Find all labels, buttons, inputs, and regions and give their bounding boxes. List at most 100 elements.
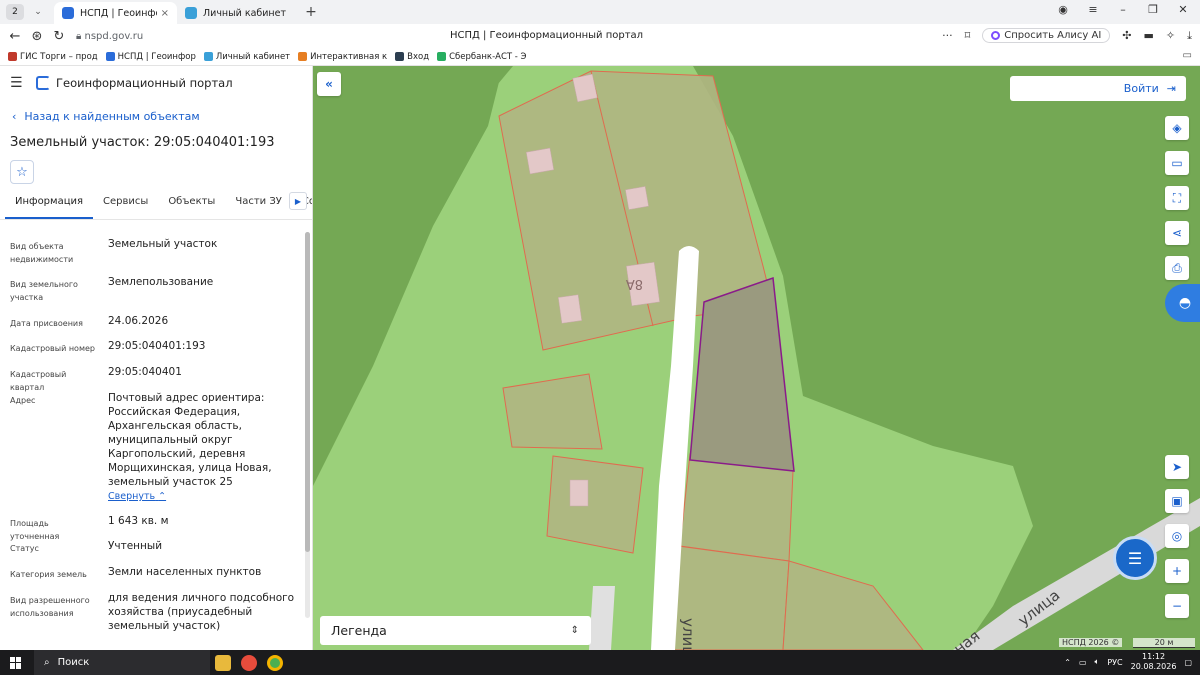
tab-objects[interactable]: Объекты [158, 196, 225, 219]
bookmark-label: Вход [407, 51, 430, 62]
panel-scrollbar[interactable] [305, 232, 310, 618]
back-arrow-icon[interactable]: ← [4, 29, 26, 44]
bookmark-gis-torgi[interactable]: ГИС Торги – прод [8, 52, 98, 62]
ask-alice-button[interactable]: Спросить Алису AI [982, 28, 1111, 43]
close-tab-icon[interactable]: × [161, 8, 169, 19]
yandex-browser-icon [241, 654, 257, 671]
bookmark-interactive-map[interactable]: Интерактивная к [298, 52, 387, 62]
layers-button[interactable]: ◈ [1165, 116, 1189, 140]
windows-start-icon[interactable] [10, 656, 22, 669]
layers-icon: ◈ [1172, 121, 1182, 135]
ruler-button[interactable]: ▭ [1165, 151, 1189, 175]
bookmark-nspd[interactable]: НСПД | Геоинфор [105, 52, 196, 62]
taskbar-yandex-browser[interactable] [236, 650, 262, 675]
building [625, 186, 649, 210]
url-field[interactable]: 🔒︎ nspd.gov.ru [76, 31, 376, 42]
legend-dropdown[interactable]: Легенда ⇕ [320, 616, 591, 645]
extension-icon[interactable]: ✣ [1122, 29, 1131, 42]
tab-parts[interactable]: Части ЗУ [225, 196, 292, 219]
bookmark-label: Интерактивная к [310, 51, 388, 62]
select-area-icon: ⛶ [1172, 190, 1182, 205]
login-button[interactable]: Войти ⇥ [1010, 76, 1186, 101]
puzzle-icon[interactable]: ✧ [1166, 29, 1175, 42]
tab-personal-account[interactable]: Личный кабинет [177, 2, 301, 24]
clock[interactable]: 11:12 20.08.2026 [1131, 652, 1177, 672]
address-bar-actions: ··· ⌑ Спросить Алису AI ✣ ▬ ✧ ⤓ [942, 28, 1192, 43]
map-view[interactable]: 8А улица улица ная « Войти ⇥ ◈ ▭ ⛶ ⋖ ⎙ ◓… [313, 66, 1200, 650]
close-window-icon[interactable]: ✕ [1176, 3, 1190, 16]
restore-icon[interactable]: ❐ [1146, 3, 1160, 16]
row-value: Земельный участок [108, 238, 218, 250]
tab-counter[interactable]: 2 [6, 4, 24, 20]
login-label: Войти [1123, 82, 1159, 95]
reload-icon[interactable]: ↻ [48, 29, 70, 44]
road-left-stub [589, 586, 615, 650]
tab-list-chevron-icon[interactable]: ⌄ [30, 7, 46, 17]
new-tab-plus-icon[interactable]: + [303, 4, 319, 20]
minimap-button[interactable]: ▣ [1165, 489, 1189, 513]
volume-icon[interactable]: 🔈︎ [1095, 657, 1100, 667]
taskbar-file-explorer[interactable] [210, 650, 236, 675]
bookmark-label: Личный кабинет [215, 51, 291, 62]
star-icon: ☆ [16, 164, 28, 180]
row-value-address: Почтовый адрес ориентира: Российская Фед… [108, 391, 298, 504]
more-dots-icon[interactable]: ··· [942, 29, 953, 42]
taskbar-search[interactable]: ⌕ Поиск [34, 650, 210, 675]
menu-icon[interactable]: ≡ [1086, 3, 1100, 16]
bookmarks-folder-icon[interactable]: ▭ [1183, 50, 1192, 61]
row-label: Кадастровый квартал [10, 370, 67, 392]
chat-button[interactable]: ☰ [1113, 536, 1157, 580]
row-label: Адрес [10, 396, 36, 405]
tab-nspd[interactable]: НСПД | Геоинформаци × [54, 2, 177, 24]
profile-icon[interactable]: ◉ [1056, 3, 1070, 16]
collapse-panel-button[interactable]: « [317, 72, 341, 96]
system-tray: ⌃ ▭ 🔈︎ РУС 11:12 20.08.2026 ▢ [1064, 652, 1192, 672]
zoom-out-button[interactable]: − [1165, 594, 1189, 618]
scrollbar-thumb[interactable] [305, 232, 310, 552]
tray-chevron-up-icon[interactable]: ⌃ [1064, 658, 1071, 667]
collapse-link[interactable]: Свернуть ⌃ [108, 490, 298, 504]
map-attribution: НСПД 2026 © [1059, 638, 1123, 647]
zoom-in-button[interactable]: + [1165, 559, 1189, 583]
select-area-button[interactable]: ⛶ [1165, 186, 1189, 210]
tab-services[interactable]: Сервисы [93, 196, 158, 219]
row-label: Дата присвоения [10, 319, 83, 328]
legend-label: Легенда [331, 623, 387, 638]
download-icon[interactable]: ⤓ [1187, 29, 1192, 43]
share-button[interactable]: ⋖ [1165, 221, 1189, 245]
alice-label: Спросить Алису AI [1004, 30, 1102, 41]
geolocation-button[interactable]: ◎ [1165, 524, 1189, 548]
bookmark-sberbank-ast[interactable]: Сбербанк-АСТ - Э [437, 52, 526, 62]
login-arrow-icon: ⇥ [1166, 82, 1176, 95]
tabs-next-arrow-icon[interactable]: ▶ [289, 192, 307, 210]
search-label: Поиск [57, 657, 90, 668]
chat-icon: ☰ [1127, 548, 1143, 568]
minimize-icon[interactable]: – [1116, 3, 1130, 16]
row-label: Вид земельного участка [10, 280, 78, 302]
taskbar-chrome[interactable] [262, 650, 288, 675]
printer-icon: ⎙ [1172, 260, 1182, 275]
info-side-tab[interactable]: ◓ [1165, 284, 1200, 322]
bookmark-login[interactable]: Вход [395, 52, 429, 62]
back-to-results-link[interactable]: ‹ Назад к найденным объектам [12, 110, 312, 123]
back-link-label: Назад к найденным объектам [24, 110, 200, 123]
bookmark-icon[interactable]: ⌑ [965, 29, 971, 42]
locate-button[interactable]: ➤ [1165, 455, 1189, 479]
language-indicator[interactable]: РУС [1107, 658, 1122, 667]
network-icon[interactable]: ▭ [1079, 658, 1087, 667]
notifications-icon[interactable]: ▢ [1184, 658, 1192, 667]
row-value: 29:05:040401 [108, 366, 182, 378]
map-canvas[interactable]: 8А улица улица ная [313, 66, 1200, 650]
vpn-icon[interactable]: ▬ [1144, 29, 1154, 42]
page-title: НСПД | Геоинформационный портал [450, 30, 644, 41]
print-button[interactable]: ⎙ [1165, 256, 1189, 280]
bookmark-personal-account[interactable]: Личный кабинет [203, 51, 291, 62]
protect-icon[interactable]: ⊛ [26, 29, 48, 44]
row-value: 29:05:040401:193 [108, 340, 206, 352]
hamburger-menu-icon[interactable]: ☰ [10, 75, 28, 91]
tab-information[interactable]: Информация [5, 196, 94, 219]
favorite-star-button[interactable]: ☆ [10, 160, 34, 184]
map-scale: 20 м [1133, 638, 1195, 648]
chat-bubble-icon: ◓ [1178, 295, 1192, 311]
bookmarks-bar: ГИС Торги – прод НСПД | Геоинфор Личный … [0, 48, 1200, 66]
